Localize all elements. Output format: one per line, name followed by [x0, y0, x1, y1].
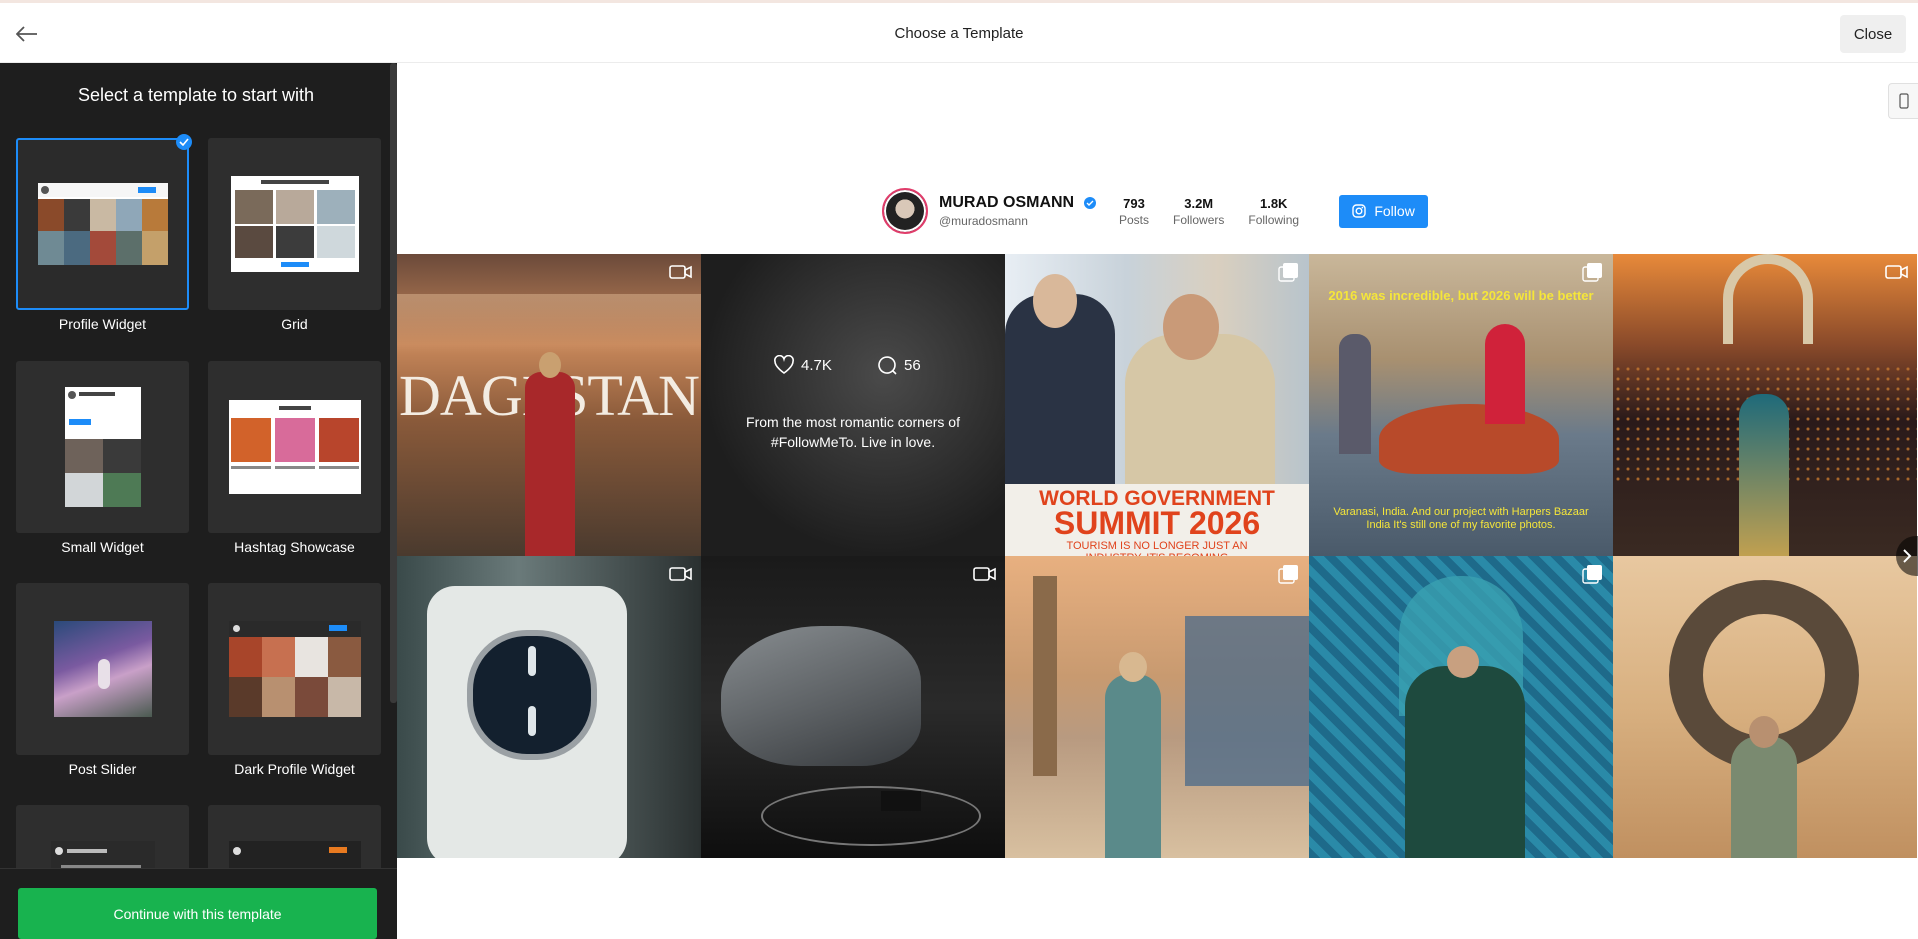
post-tile[interactable]: WORLD GOVERNMENT SUMMIT 2026 TOURISM IS … — [1005, 254, 1309, 556]
template-sidebar: Select a template to start with Profile … — [0, 63, 397, 939]
continue-bar: Continue with this template — [0, 868, 397, 939]
stat-label: Posts — [1119, 212, 1150, 227]
thumbnail-preview — [230, 176, 359, 272]
verified-icon — [1083, 196, 1096, 209]
post-subtext: TOURISM IS NO LONGER JUST AN INDUSTRY. I… — [1066, 540, 1248, 556]
template-label: Grid — [281, 316, 308, 332]
video-icon — [1885, 265, 1908, 279]
template-label: Post Slider — [68, 761, 137, 777]
instagram-icon — [1352, 204, 1367, 218]
template-label: Profile Widget — [58, 316, 147, 332]
template-dark-profile-widget[interactable]: Dark Profile Widget — [208, 583, 381, 777]
carousel-icon — [1582, 263, 1602, 282]
continue-button[interactable]: Continue with this template — [18, 888, 377, 939]
comment-icon — [878, 356, 897, 375]
avatar[interactable] — [882, 188, 928, 234]
template-thumbnail[interactable] — [16, 134, 192, 310]
template-label: Small Widget — [61, 539, 144, 555]
video-icon — [669, 567, 692, 581]
template-label: Dark Profile Widget — [234, 761, 355, 777]
stat-value: 793 — [1123, 195, 1145, 211]
stat-label: Following — [1248, 212, 1300, 227]
template-thumbnail[interactable] — [16, 361, 189, 533]
follow-label: Follow — [1374, 203, 1415, 219]
post-bottom-text: Varanasi, India. And our project with Ha… — [1333, 506, 1589, 531]
comments-count: 56 — [876, 355, 936, 375]
profile-name[interactable]: MURAD OSMANN — [939, 194, 1074, 211]
template-grid[interactable]: Grid — [208, 138, 381, 332]
sidebar-heading: Select a template to start with — [77, 85, 315, 105]
post-tile[interactable] — [1613, 254, 1917, 556]
template-thumbnail[interactable] — [208, 583, 381, 755]
stat-posts: 793 Posts — [1119, 196, 1149, 227]
thumbnail-preview — [37, 183, 168, 265]
stat-value: 3.2M — [1184, 195, 1214, 211]
profile-handle: @muradosmann — [939, 214, 1028, 228]
thumbnail-preview — [53, 621, 152, 717]
template-thumbnail[interactable] — [208, 361, 381, 533]
sidebar-scrollbar[interactable] — [390, 63, 397, 703]
thumbnail-preview — [228, 621, 361, 717]
template-label: Hashtag Showcase — [234, 539, 355, 555]
stat-followers: 3.2M Followers — [1173, 196, 1224, 227]
post-tile[interactable] — [1309, 556, 1613, 858]
stat-value: 1.8K — [1259, 195, 1288, 211]
template-preview: MURAD OSMANN @muradosmann 793 Posts 3.2M… — [397, 63, 1918, 939]
template-thumbnail[interactable] — [208, 138, 381, 310]
carousel-icon — [1582, 565, 1602, 584]
thumbnail-preview — [228, 400, 361, 494]
check-icon — [176, 134, 192, 150]
post-tile[interactable] — [1005, 556, 1309, 858]
carousel-icon — [1278, 263, 1298, 282]
close-button[interactable]: Close — [1840, 15, 1906, 53]
profile-name-block: MURAD OSMANN @muradosmann — [939, 194, 1119, 228]
post-caption: From the most romantic corners of #Follo… — [746, 414, 960, 450]
video-icon — [973, 567, 996, 581]
comments-value: 56 — [904, 356, 921, 374]
profile-header: MURAD OSMANN @muradosmann 793 Posts 3.2M… — [882, 187, 1429, 235]
template-small-widget[interactable]: Small Widget — [16, 361, 189, 555]
video-icon — [669, 265, 692, 279]
post-tile-hover[interactable]: 4.7K 56 From the most romantic corners o… — [701, 254, 1005, 556]
likes-value: 4.7K — [801, 356, 832, 374]
post-tile[interactable] — [701, 556, 1005, 858]
post-tile[interactable]: DAGESTAN — [397, 254, 701, 556]
thumbnail-preview — [64, 387, 141, 507]
page-title: Choose a Template — [894, 25, 1024, 42]
stat-label: Followers — [1173, 212, 1225, 227]
carousel-icon — [1278, 565, 1298, 584]
post-tile[interactable]: 2016 was incredible, but 2026 will be be… — [1309, 254, 1613, 556]
likes-count: 4.7K — [773, 355, 843, 375]
template-thumbnail[interactable] — [16, 583, 189, 755]
post-tile[interactable] — [397, 556, 701, 858]
post-top-text: 2016 was incredible, but 2026 will be be… — [1328, 288, 1594, 303]
template-profile-widget[interactable]: Profile Widget — [16, 134, 192, 332]
follow-button[interactable]: Follow — [1339, 194, 1429, 228]
template-hashtag-showcase[interactable]: Hashtag Showcase — [208, 361, 381, 555]
mobile-device-icon[interactable] — [1888, 83, 1918, 119]
stat-following: 1.8K Following — [1248, 196, 1299, 227]
post-grid: DAGESTAN 4.7K 56 From the most romantic … — [397, 254, 1918, 858]
template-post-slider[interactable]: Post Slider — [16, 583, 189, 777]
heart-icon — [774, 355, 794, 374]
top-bar: Choose a Template Close — [0, 0, 1918, 63]
post-tile[interactable] — [1613, 556, 1917, 858]
post-headline-2: SUMMIT 2026 — [1053, 505, 1261, 541]
